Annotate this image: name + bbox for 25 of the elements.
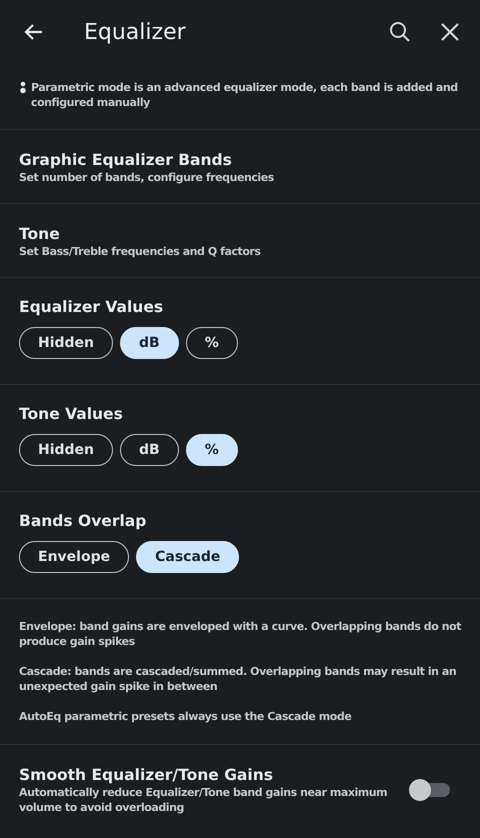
option-chip[interactable]: dB bbox=[120, 327, 179, 359]
info-paragraph: AutoEq parametric presets always use the Cascade mode bbox=[19, 709, 352, 724]
setting-description: Automatically reduce Equalizer/Tone band gains near maximum volume to avoid overloading bbox=[19, 785, 388, 815]
option-chip[interactable]: % bbox=[186, 327, 238, 359]
setting-title: Smooth Equalizer/Tone Gains bbox=[19, 765, 274, 785]
setting-description: Set number of bands, configure frequencies bbox=[19, 170, 275, 185]
setting-title[interactable]: Tone bbox=[19, 224, 461, 244]
info-paragraph: Cascade: bands are cascaded/summed. Overlapping bands may result in an unexpected gain spike in between bbox=[19, 664, 458, 694]
option-chip[interactable]: Hidden bbox=[19, 434, 114, 466]
setting-title: Bands Overlap bbox=[19, 511, 148, 531]
option-chip[interactable]: Envelope bbox=[19, 541, 130, 573]
setting-title: Equalizer Values bbox=[19, 297, 164, 317]
option-chip[interactable]: % bbox=[186, 434, 238, 466]
search-icon bbox=[388, 20, 412, 44]
note-text: Parametric mode is an advanced equalizer mode, each band is added and configured manually bbox=[30, 80, 459, 110]
option-chip[interactable]: dB bbox=[120, 434, 179, 466]
option-chip[interactable]: Cascade bbox=[136, 541, 240, 573]
info-icon bbox=[19, 81, 27, 95]
setting-title[interactable]: Graphic Equalizer Bands bbox=[19, 150, 461, 170]
toggle-switch[interactable] bbox=[409, 779, 451, 801]
screen-title: Equalizer bbox=[84, 20, 187, 44]
info-paragraph: Envelope: band gains are enveloped with a curve. Overlapping bands do not produce gain spikes bbox=[19, 619, 461, 649]
option-chip[interactable]: Hidden bbox=[19, 327, 114, 359]
setting-description: Set Bass/Treble frequencies and Q factors bbox=[19, 244, 262, 259]
setting-title: Tone Values bbox=[19, 404, 124, 424]
